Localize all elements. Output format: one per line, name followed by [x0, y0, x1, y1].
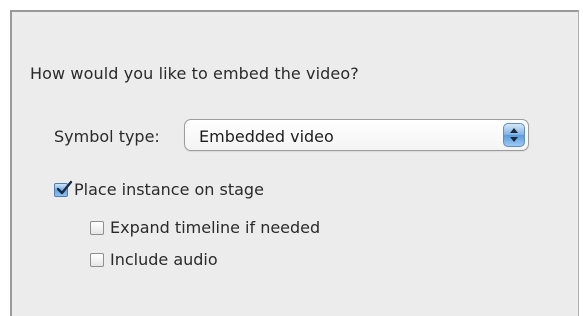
expand-timeline-label: Expand timeline if needed: [110, 218, 321, 237]
include-audio-option[interactable]: Include audio: [90, 250, 218, 269]
symbol-type-label: Symbol type:: [54, 127, 160, 146]
expand-timeline-checkbox[interactable]: [90, 220, 104, 235]
embed-video-panel: How would you like to embed the video? S…: [10, 10, 579, 316]
include-audio-label: Include audio: [110, 250, 218, 269]
include-audio-checkbox[interactable]: [90, 252, 104, 267]
expand-timeline-option[interactable]: Expand timeline if needed: [90, 218, 320, 237]
place-instance-option[interactable]: Place instance on stage: [54, 180, 264, 199]
embed-question: How would you like to embed the video?: [30, 64, 359, 83]
updown-arrows-icon: [503, 123, 525, 147]
symbol-type-value: Embedded video: [199, 127, 334, 146]
symbol-type-select[interactable]: Embedded video: [184, 119, 529, 151]
place-instance-label: Place instance on stage: [74, 180, 264, 199]
checkmark-icon: [56, 180, 73, 194]
place-instance-checkbox[interactable]: [54, 180, 73, 197]
